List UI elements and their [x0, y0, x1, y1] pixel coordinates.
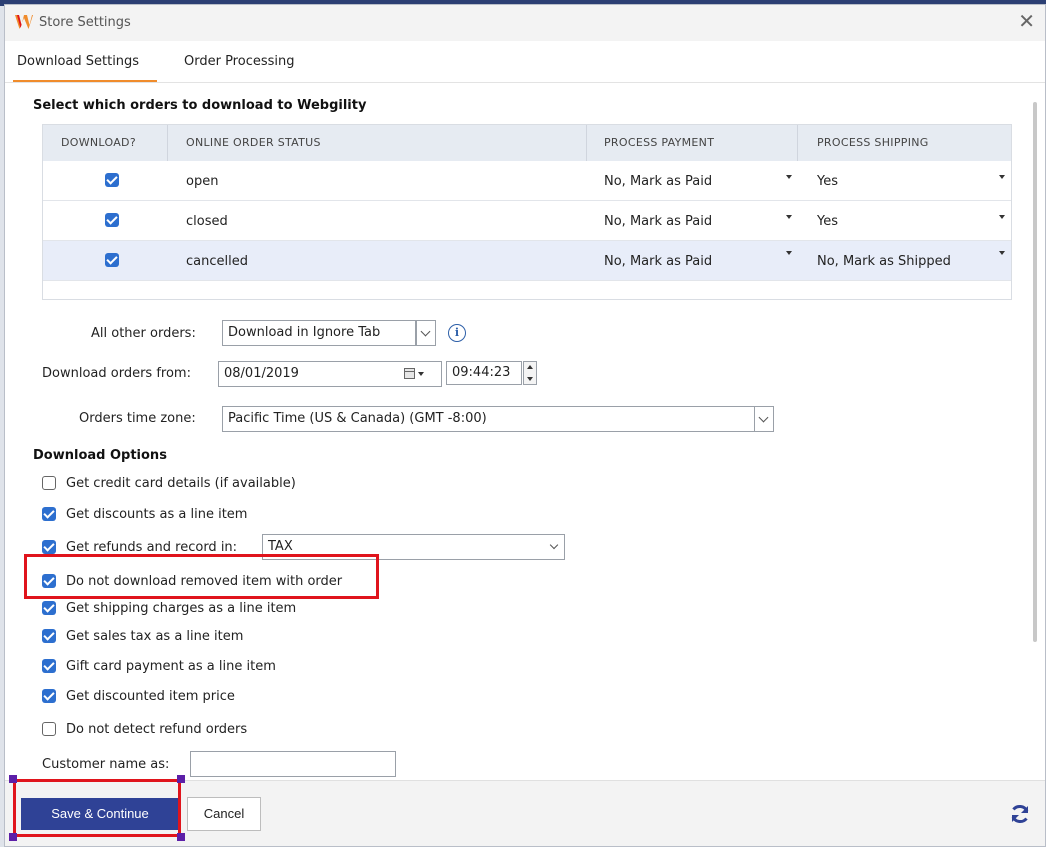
- store-settings-dialog: Store Settings ✕ Download Settings Order…: [4, 4, 1046, 847]
- option-label: Get sales tax as a line item: [66, 629, 244, 644]
- refresh-icon[interactable]: [1009, 803, 1031, 825]
- other-orders-label: All other orders:: [91, 326, 196, 341]
- tab-order-processing[interactable]: Order Processing: [184, 41, 295, 83]
- gift-card-checkbox[interactable]: [42, 659, 56, 673]
- option-label: Get discounted item price: [66, 689, 235, 704]
- selection-highlight: [13, 779, 181, 837]
- process-shipping-select[interactable]: Yes: [817, 201, 838, 241]
- column-divider: [586, 125, 587, 161]
- download-from-label: Download orders from:: [42, 366, 191, 381]
- title-bar: Store Settings ✕: [5, 5, 1045, 41]
- chevron-down-icon[interactable]: [416, 320, 436, 346]
- sales-tax-checkbox[interactable]: [42, 629, 56, 643]
- option-label: Get shipping charges as a line item: [66, 601, 297, 616]
- selection-handle: [177, 833, 185, 841]
- payment-dropdown-icon[interactable]: [786, 251, 792, 255]
- process-payment-select[interactable]: No, Mark as Paid: [604, 241, 712, 281]
- column-header-payment: PROCESS PAYMENT: [604, 136, 715, 149]
- column-header-download: DOWNLOAD?: [61, 136, 136, 149]
- close-icon[interactable]: ✕: [1018, 11, 1035, 31]
- discounts-line-item-checkbox[interactable]: [42, 507, 56, 521]
- table-row[interactable]: open No, Mark as Paid Yes: [43, 161, 1011, 201]
- selection-handle: [9, 775, 17, 783]
- option-label: Get refunds and record in:: [66, 540, 238, 555]
- removed-item-checkbox[interactable]: [42, 574, 56, 588]
- customer-name-input[interactable]: [190, 751, 396, 777]
- download-time-input[interactable]: 09:44:23: [446, 361, 522, 385]
- option-label: Get discounts as a line item: [66, 507, 248, 522]
- order-status-cell: cancelled: [186, 254, 248, 269]
- info-icon[interactable]: i: [448, 324, 466, 342]
- option-label: Gift card payment as a line item: [66, 659, 276, 674]
- active-tab-indicator: [13, 80, 157, 82]
- order-status-cell: open: [186, 174, 219, 189]
- time-zone-label: Orders time zone:: [79, 411, 196, 426]
- process-payment-select[interactable]: No, Mark as Paid: [604, 161, 712, 201]
- chevron-down-icon[interactable]: [754, 406, 774, 432]
- column-header-shipping: PROCESS SHIPPING: [817, 136, 929, 149]
- table-row[interactable]: cancelled No, Mark as Paid No, Mark as S…: [43, 241, 1011, 281]
- table-row[interactable]: closed No, Mark as Paid Yes: [43, 201, 1011, 241]
- download-checkbox[interactable]: [105, 213, 119, 227]
- orders-section-heading: Select which orders to download to Webgi…: [33, 98, 367, 113]
- order-status-cell: closed: [186, 214, 228, 229]
- time-spinner-icon[interactable]: [523, 361, 537, 385]
- tab-download-settings[interactable]: Download Settings: [17, 41, 139, 83]
- calendar-icon[interactable]: [402, 362, 428, 386]
- payment-dropdown-icon[interactable]: [786, 175, 792, 179]
- tab-bar: Download Settings Order Processing: [5, 41, 1045, 83]
- customer-name-label: Customer name as:: [42, 757, 170, 772]
- column-divider: [167, 125, 168, 161]
- cancel-button[interactable]: Cancel: [187, 797, 261, 831]
- option-label: Do not detect refund orders: [66, 722, 248, 737]
- webgility-logo-icon: [15, 15, 33, 29]
- selection-handle: [9, 833, 17, 841]
- detect-refund-checkbox[interactable]: [42, 722, 56, 736]
- process-payment-select[interactable]: No, Mark as Paid: [604, 201, 712, 241]
- shipping-dropdown-icon[interactable]: [999, 175, 1005, 179]
- download-checkbox[interactable]: [105, 253, 119, 267]
- vertical-scrollbar[interactable]: [1033, 102, 1037, 642]
- other-orders-select[interactable]: Download in Ignore Tab: [222, 320, 416, 346]
- selection-handle: [177, 775, 185, 783]
- option-label: Do not download removed item with order: [66, 574, 343, 589]
- process-shipping-select[interactable]: No, Mark as Shipped: [817, 241, 951, 281]
- payment-dropdown-icon[interactable]: [786, 215, 792, 219]
- option-label: Get credit card details (if available): [66, 476, 296, 491]
- download-options-heading: Download Options: [33, 448, 167, 463]
- shipping-dropdown-icon[interactable]: [999, 251, 1005, 255]
- column-header-status: ONLINE ORDER STATUS: [186, 136, 321, 149]
- window-title: Store Settings: [39, 15, 131, 30]
- refunds-checkbox[interactable]: [42, 540, 56, 554]
- grid-header: DOWNLOAD? ONLINE ORDER STATUS PROCESS PA…: [43, 125, 1011, 161]
- process-shipping-select[interactable]: Yes: [817, 161, 838, 201]
- download-checkbox[interactable]: [105, 173, 119, 187]
- discounted-price-checkbox[interactable]: [42, 689, 56, 703]
- order-status-grid: DOWNLOAD? ONLINE ORDER STATUS PROCESS PA…: [42, 124, 1012, 300]
- shipping-line-item-checkbox[interactable]: [42, 601, 56, 615]
- column-divider: [797, 125, 798, 161]
- time-zone-select[interactable]: Pacific Time (US & Canada) (GMT -8:00): [222, 406, 755, 432]
- shipping-dropdown-icon[interactable]: [999, 215, 1005, 219]
- settings-content: Select which orders to download to Webgi…: [5, 84, 1045, 780]
- credit-card-checkbox[interactable]: [42, 476, 56, 490]
